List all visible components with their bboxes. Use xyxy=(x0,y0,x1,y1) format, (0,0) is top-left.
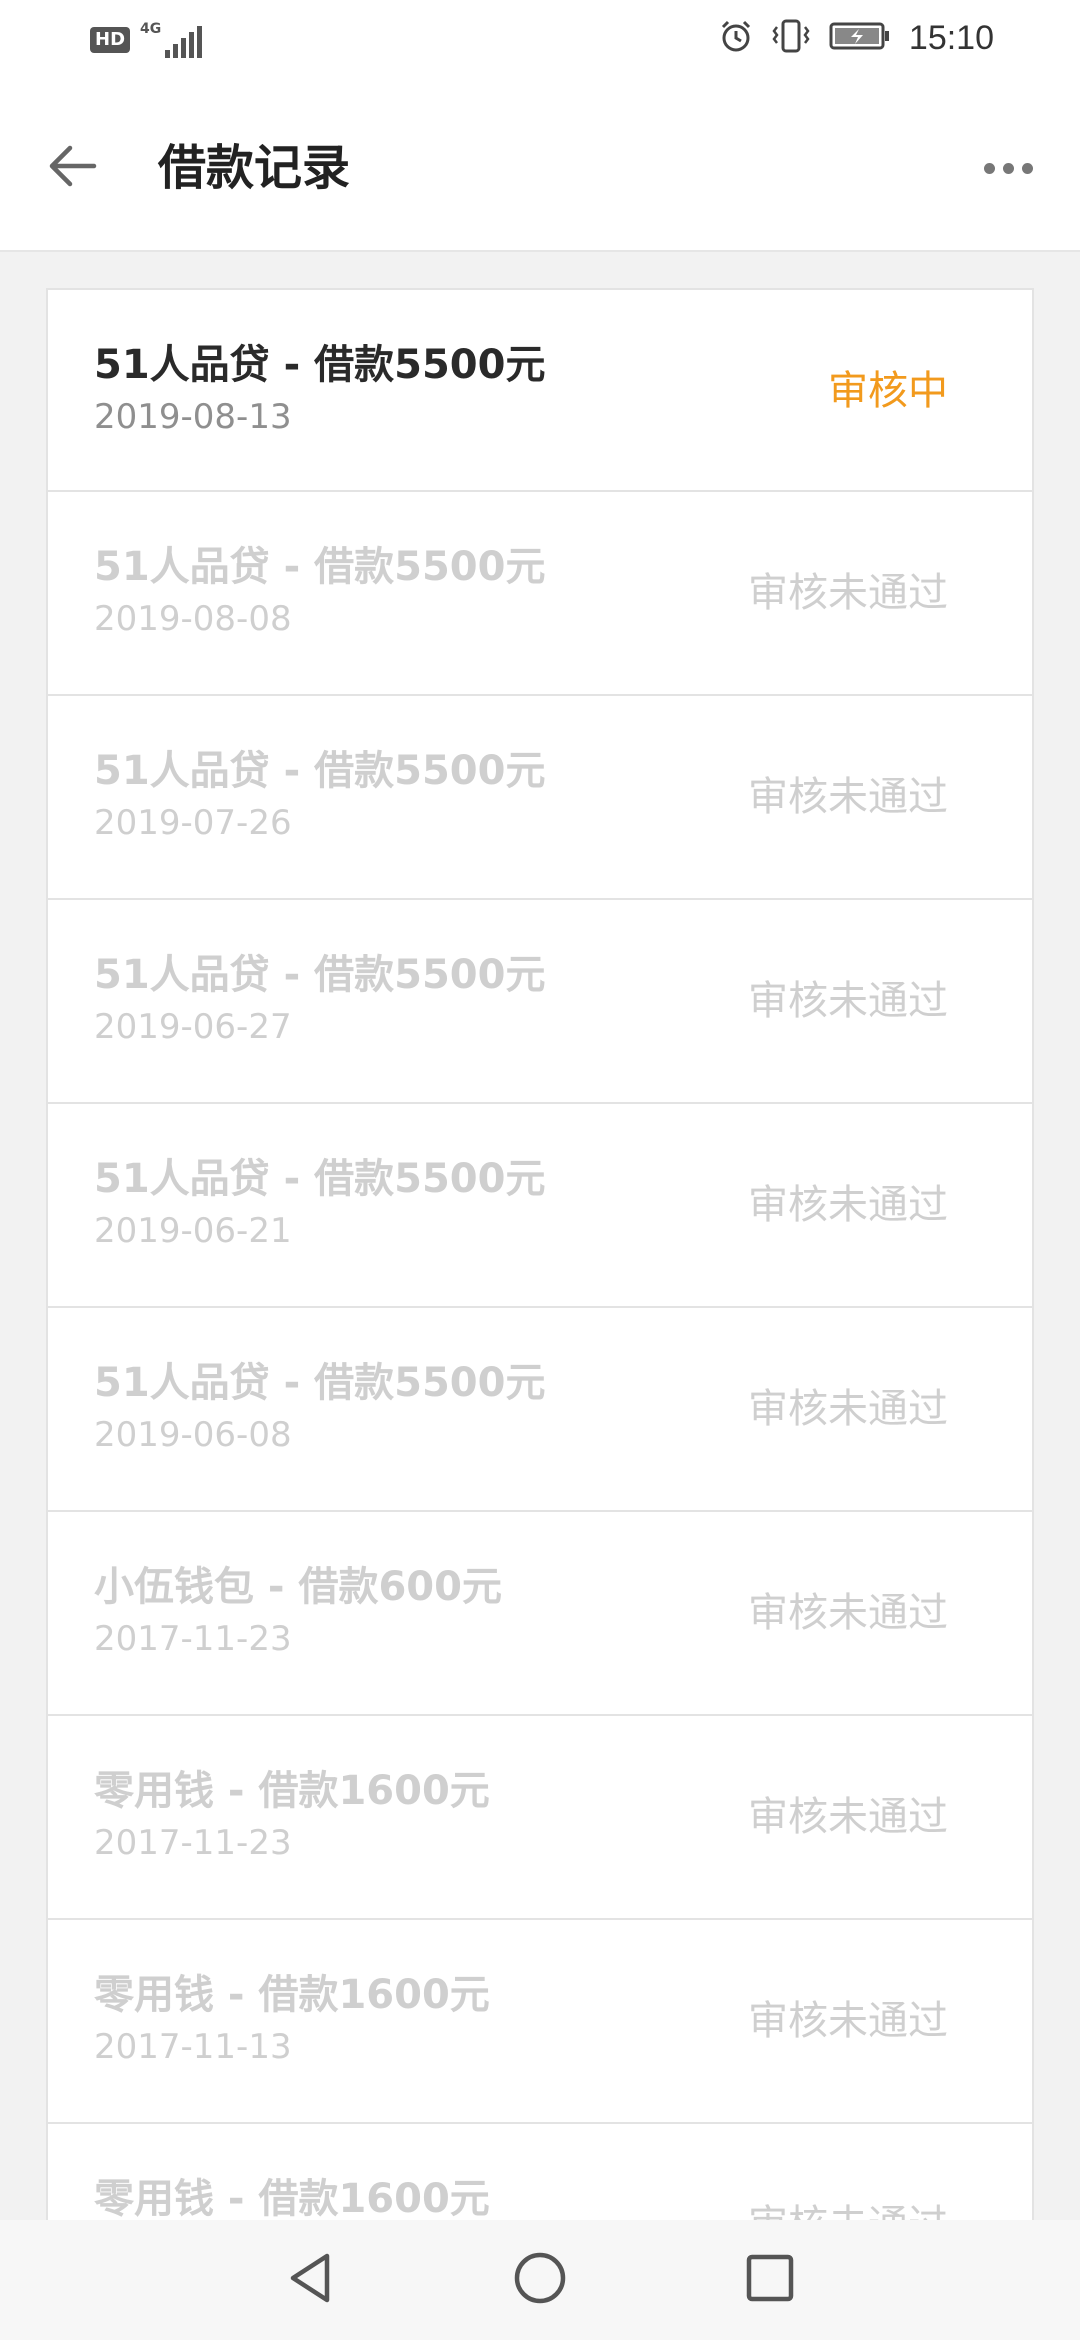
record-title: 51人品贷 - 借款5500元 xyxy=(94,544,546,590)
record-title: 零用钱 - 借款1600元 xyxy=(94,1972,490,2018)
record-status: 审核未通过 xyxy=(748,1998,948,2044)
record-item[interactable]: 零用钱 - 借款1600元 2017-11-23 审核未通过 xyxy=(46,1716,1034,1920)
record-item[interactable]: 51人品贷 - 借款5500元 2019-06-21 审核未通过 xyxy=(46,1104,1034,1308)
record-date: 2017-11-23 xyxy=(94,1619,292,1659)
system-nav-bar xyxy=(0,2220,1080,2340)
back-button[interactable] xyxy=(36,136,108,200)
status-right: 15:10 xyxy=(719,18,994,58)
record-item[interactable]: 51人品贷 - 借款5500元 2019-06-08 审核未通过 xyxy=(46,1308,1034,1512)
back-triangle-icon xyxy=(285,2251,335,2309)
record-title: 51人品贷 - 借款5500元 xyxy=(94,952,546,998)
alarm-icon xyxy=(719,19,753,57)
record-status: 审核未通过 xyxy=(748,978,948,1024)
battery-charging-icon xyxy=(829,21,891,55)
more-dot-1 xyxy=(983,162,995,174)
record-date: 2019-07-26 xyxy=(94,803,292,843)
home-circle-icon xyxy=(513,2251,567,2309)
record-date: 2019-08-13 xyxy=(94,397,292,437)
network-type-label: 4G xyxy=(140,21,162,37)
hd-badge: HD xyxy=(90,27,131,53)
record-title: 51人品贷 - 借款5500元 xyxy=(94,1360,546,1406)
record-title: 小伍钱包 - 借款600元 xyxy=(94,1564,502,1610)
record-status: 审核未通过 xyxy=(748,1386,948,1432)
record-title: 51人品贷 - 借款5500元 xyxy=(94,1156,546,1202)
record-title: 51人品贷 - 借款5500元 xyxy=(94,748,546,794)
record-status: 审核未通过 xyxy=(748,1590,948,1636)
more-button[interactable] xyxy=(972,136,1044,200)
recents-square-icon xyxy=(745,2253,795,2307)
vibrate-icon xyxy=(771,18,811,58)
record-date: 2019-06-08 xyxy=(94,1415,292,1455)
record-status: 审核中 xyxy=(828,368,948,414)
nav-home-button[interactable] xyxy=(510,2250,570,2310)
record-title: 零用钱 - 借款1600元 xyxy=(94,1768,490,1814)
record-list: 51人品贷 - 借款5500元 2019-08-13 审核中 51人品贷 - 借… xyxy=(46,288,1034,2328)
record-item[interactable]: 51人品贷 - 借款5500元 2019-08-13 审核中 xyxy=(46,288,1034,492)
status-left: HD 4G xyxy=(90,21,203,58)
record-date: 2017-11-13 xyxy=(94,2027,292,2067)
record-item[interactable]: 小伍钱包 - 借款600元 2017-11-23 审核未通过 xyxy=(46,1512,1034,1716)
nav-back-button[interactable] xyxy=(280,2250,340,2310)
record-title: 51人品贷 - 借款5500元 xyxy=(94,342,546,388)
record-date: 2019-06-21 xyxy=(94,1211,292,1251)
record-status: 审核未通过 xyxy=(748,774,948,820)
record-date: 2019-06-27 xyxy=(94,1007,292,1047)
record-item[interactable]: 零用钱 - 借款1600元 2017-11-13 审核未通过 xyxy=(46,1920,1034,2124)
app-bar: 借款记录 xyxy=(0,84,1080,252)
record-status: 审核未通过 xyxy=(748,570,948,616)
record-item[interactable]: 51人品贷 - 借款5500元 2019-08-08 审核未通过 xyxy=(46,492,1034,696)
record-status: 审核未通过 xyxy=(748,1182,948,1228)
record-date: 2017-11-23 xyxy=(94,1823,292,1863)
nav-recents-button[interactable] xyxy=(740,2250,800,2310)
record-status: 审核未通过 xyxy=(748,1794,948,1840)
page-title: 借款记录 xyxy=(158,140,351,196)
record-title: 零用钱 - 借款1600元 xyxy=(94,2176,490,2222)
more-dot-3 xyxy=(1021,162,1033,174)
screen: HD 4G 15:10 借款记录 51人品贷 - 借款5500元 2019-08… xyxy=(0,0,1080,2340)
clock: 15:10 xyxy=(908,18,994,57)
more-dot-2 xyxy=(1002,162,1014,174)
record-date: 2019-08-08 xyxy=(94,599,292,639)
signal-icon: 4G xyxy=(140,21,203,58)
arrow-left-icon xyxy=(46,144,98,192)
record-item[interactable]: 51人品贷 - 借款5500元 2019-06-27 审核未通过 xyxy=(46,900,1034,1104)
status-bar: HD 4G 15:10 xyxy=(0,0,1080,84)
record-item[interactable]: 51人品贷 - 借款5500元 2019-07-26 审核未通过 xyxy=(46,696,1034,900)
